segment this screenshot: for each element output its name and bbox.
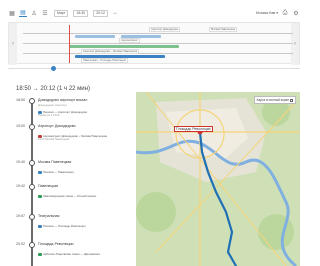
date-select[interactable]: Март xyxy=(54,9,69,17)
stop-name: Домодедово аэропорт вокзал xyxy=(38,98,88,102)
timeline-track xyxy=(23,43,293,44)
metro-icon xyxy=(38,194,42,198)
route-summary: 18:50 → 20:12 (1 ч 22 мин) xyxy=(16,86,90,92)
leg-item[interactable]: Аэроэкспресс Домодедово – Москва Павелец… xyxy=(38,134,107,141)
timeline-panel: ‹ › Аэропорт Домодедово Москва Павелецка… xyxy=(8,22,300,65)
timeline-label: Павелецкая – Площадь Революции xyxy=(81,58,129,63)
leg-item[interactable]: Пешком — Павелецкая xyxy=(38,170,74,174)
stop-time: 20:02 xyxy=(16,242,25,246)
timeline-prev-button[interactable]: ‹ xyxy=(9,23,17,65)
leg-item[interactable]: Замоскворецкая линия — Речной вокзал xyxy=(38,194,96,198)
timeline-track xyxy=(23,53,293,54)
timeline-label: Аэропорт Домодедово xyxy=(149,27,181,32)
user-menu[interactable]: Москва Нав ▾ xyxy=(256,11,278,15)
timeline-label: Аэроэкспресс xyxy=(119,38,140,43)
fullscreen-map-button[interactable]: Карта в полный экран xyxy=(253,96,296,104)
timeline-label: Москва Павелецкая xyxy=(209,27,238,32)
leg-item[interactable]: Арбатско-Покровская линия — Щёлковская xyxy=(38,252,100,256)
timeline-segment[interactable] xyxy=(69,45,179,48)
stop-dot-icon xyxy=(29,184,35,190)
list-icon[interactable]: ☰ xyxy=(41,9,49,17)
stop-dot-icon xyxy=(29,160,35,166)
print-icon[interactable]: ⎙ xyxy=(281,9,289,17)
metro-icon xyxy=(38,252,42,256)
stop-dot-icon xyxy=(29,124,35,130)
leg-item[interactable]: Пешком — Площадь Революции xyxy=(38,224,86,228)
stop-name: Площадь Революции xyxy=(38,242,74,246)
grid-icon[interactable]: ▦ xyxy=(8,9,16,17)
time-to-select[interactable]: 20:12 xyxy=(93,9,108,17)
timeline-marker[interactable] xyxy=(51,66,56,71)
stop-name: Павелецкая xyxy=(38,184,59,188)
stop-name: Москва Павелецкая xyxy=(38,160,72,164)
stop-dot-icon xyxy=(29,242,35,248)
toolbar: ▦ ▤ ♙ ☰ Март 18:30 20:12 → Москва Нав ▾ … xyxy=(8,6,300,20)
stop-time: 19:40 xyxy=(16,160,25,164)
settings-icon[interactable]: ⚙ xyxy=(292,9,300,17)
fullscreen-icon xyxy=(290,98,293,102)
stop-subtitle: Домодедово аэропорт xyxy=(38,103,67,107)
itinerary-list: 18:50 Домодедово аэропорт вокзал Домодед… xyxy=(16,94,130,266)
map-canvas[interactable] xyxy=(136,92,300,266)
stop-time: 19:00 xyxy=(16,124,25,128)
stop-dot-icon xyxy=(29,214,35,220)
route-icon[interactable]: ▤ xyxy=(19,9,27,17)
timeline-label: Аэропорт Домодедово – Москва Павелецкая xyxy=(81,49,140,54)
map-destination-label: Площадь Революции xyxy=(174,126,213,132)
timeline-next-button[interactable]: › xyxy=(291,23,299,65)
timeline-segment[interactable] xyxy=(75,35,115,38)
time-from-select[interactable]: 18:30 xyxy=(73,9,89,17)
walk-icon xyxy=(38,224,42,228)
stop-time: 19:57 xyxy=(16,214,25,218)
stop-name: Аэропорт Домодедово xyxy=(38,124,76,128)
walk-icon xyxy=(38,170,42,174)
walk-icon[interactable]: ♙ xyxy=(30,9,38,17)
arrow-icon[interactable]: → xyxy=(111,9,119,17)
stop-time: 19:42 xyxy=(16,184,25,188)
timeline-cursor[interactable] xyxy=(69,25,70,63)
leg-item[interactable]: Пешком — Аэропорт Домодедово Прибытие в … xyxy=(38,110,87,117)
stop-dot-icon xyxy=(29,98,35,104)
stop-name: Театральная xyxy=(38,214,60,218)
route-map[interactable]: Площадь Революции Карта в полный экран xyxy=(136,92,300,266)
stop-time: 18:50 xyxy=(16,98,25,102)
timeline-track xyxy=(23,33,293,34)
